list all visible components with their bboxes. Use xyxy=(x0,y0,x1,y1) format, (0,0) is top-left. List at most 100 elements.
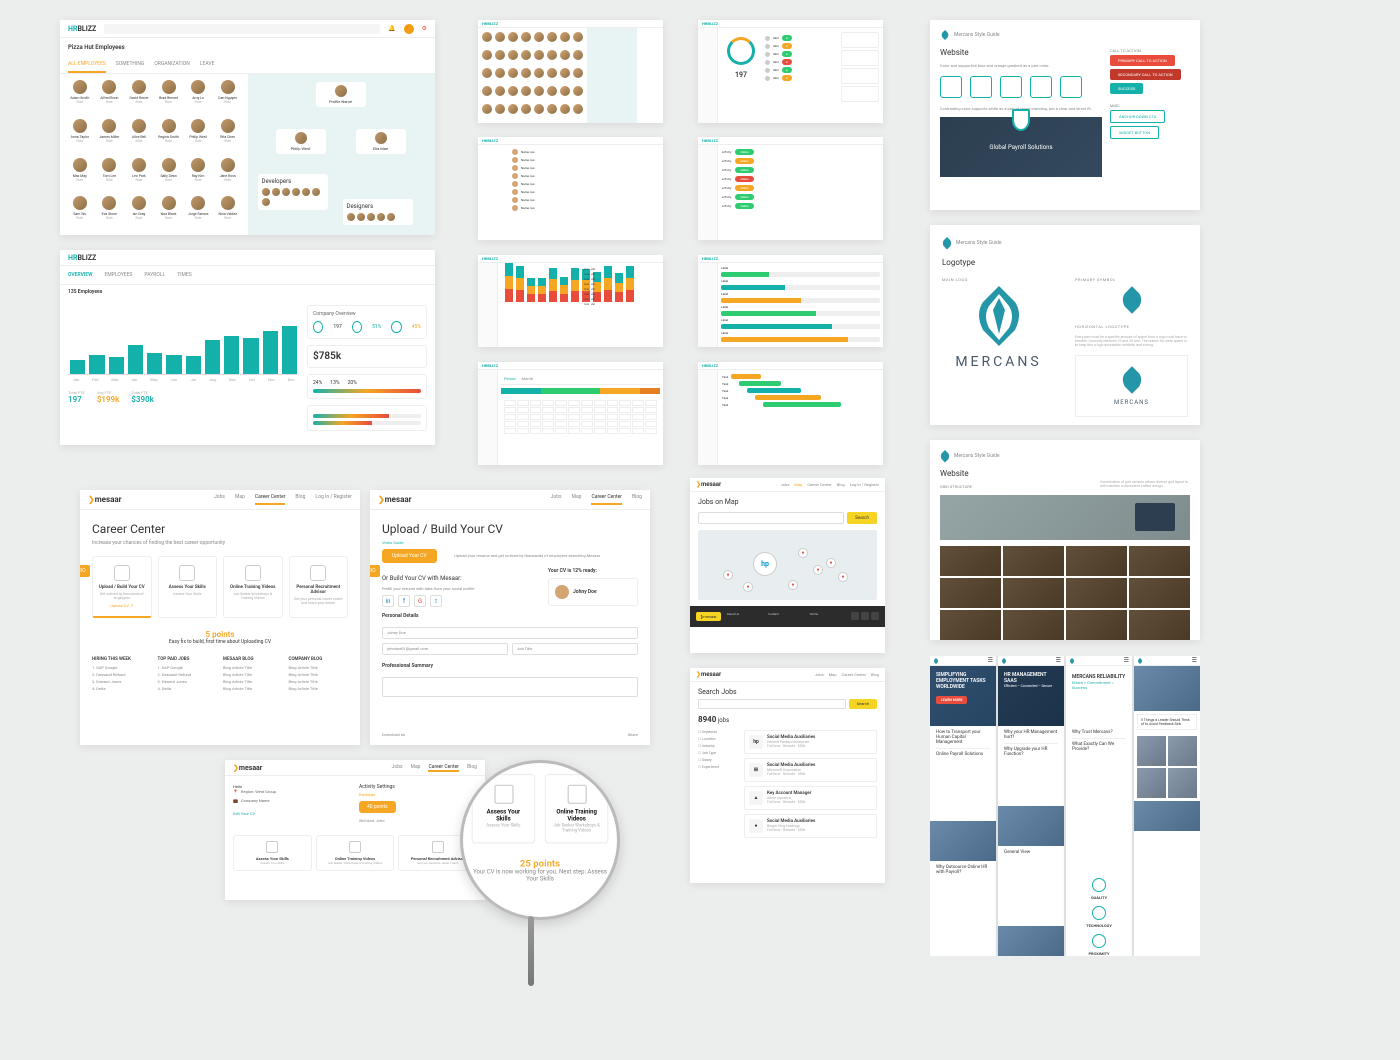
list-row[interactable]: ● Entrystatus xyxy=(722,149,879,155)
avatar[interactable] xyxy=(534,104,544,114)
summary-input[interactable] xyxy=(382,677,638,697)
job-card[interactable]: ▲Key Account ManagerAdion AquaticsFull t… xyxy=(744,786,877,810)
employee-card[interactable]: Alfred BonnRole xyxy=(96,80,124,117)
avatar[interactable] xyxy=(547,104,557,114)
list-row[interactable]: ● Entrystatus xyxy=(722,203,879,209)
avatar[interactable] xyxy=(482,86,492,96)
secondary-button[interactable]: SECONDARY CALL TO ACTION xyxy=(1110,69,1181,80)
list-link[interactable]: 2. Dassault Refund xyxy=(92,672,152,677)
assess-card[interactable]: Assess Your SkillsAssess Your Skills xyxy=(472,774,536,844)
nav-employees[interactable]: EMPLOYEES xyxy=(105,272,133,278)
org-node[interactable]: Ella Mae xyxy=(356,129,406,154)
avatar[interactable] xyxy=(495,68,505,78)
nav-jobs[interactable]: Jobs xyxy=(214,494,225,505)
list-link[interactable]: 3. Edward Jones xyxy=(92,679,152,684)
list-row[interactable]: Name row xyxy=(512,173,659,179)
name-input[interactable]: Johny Doe xyxy=(382,627,638,639)
list-link[interactable]: 1. SAP Google xyxy=(158,665,218,670)
nav-times[interactable]: TIMES xyxy=(177,272,192,278)
avatar[interactable] xyxy=(560,32,570,42)
tab-1[interactable]: SOMETHING xyxy=(116,57,145,73)
filter-item[interactable]: ☐ Keywords xyxy=(698,730,738,734)
career-card[interactable]: Assess Your SkillsAssess Your Skills xyxy=(158,556,218,618)
list-link[interactable]: Blog Article Title xyxy=(223,679,283,684)
avatar[interactable] xyxy=(521,32,531,42)
email-input[interactable]: johndoe01@gmail.com xyxy=(382,643,508,655)
twitter-icon[interactable]: t xyxy=(430,595,442,607)
social-icon[interactable] xyxy=(871,612,879,620)
avatar[interactable] xyxy=(573,104,583,114)
list-link[interactable]: Blog Article Title xyxy=(289,686,349,691)
org-node-root[interactable]: Profile Name xyxy=(316,82,366,107)
share-link[interactable]: Share xyxy=(628,732,638,737)
avatar[interactable] xyxy=(547,86,557,96)
list-link[interactable]: 4. Delta xyxy=(158,686,218,691)
job-card[interactable]: hpSocial Media AuxiliariesHewlett Packar… xyxy=(744,730,877,754)
employee-card[interactable]: Eva StoneRole xyxy=(96,196,124,233)
chart-bar[interactable] xyxy=(89,355,104,374)
employee-card[interactable]: Adam SmithRole xyxy=(66,80,94,117)
filter-item[interactable]: ☐ Location xyxy=(698,737,738,741)
social-icon[interactable] xyxy=(861,612,869,620)
chart-bar[interactable] xyxy=(109,357,124,374)
download-link[interactable]: Download as xyxy=(382,732,405,737)
nav-overview[interactable]: OVERVIEW xyxy=(68,272,93,278)
map-pin[interactable]: 📍 xyxy=(838,572,848,582)
filter-item[interactable]: ☐ Job Type xyxy=(698,751,738,755)
avatar[interactable] xyxy=(521,104,531,114)
employee-card[interactable]: Alice BellRole xyxy=(125,119,153,156)
avatar[interactable] xyxy=(521,68,531,78)
list-link[interactable]: Blog Article Title xyxy=(223,672,283,677)
avatar[interactable] xyxy=(534,86,544,96)
list-row[interactable]: Name row xyxy=(512,157,659,163)
avatar[interactable] xyxy=(521,50,531,60)
filter-item[interactable]: ☐ Experience xyxy=(698,765,738,769)
chart-bar[interactable] xyxy=(224,336,239,374)
chart-bar[interactable] xyxy=(205,340,220,375)
menu-icon[interactable]: ☰ xyxy=(1056,657,1061,664)
nav-login[interactable]: Log In / Register xyxy=(315,494,352,505)
employee-card[interactable]: Regina SmithRole xyxy=(155,119,183,156)
list-row[interactable]: Name row xyxy=(512,189,659,195)
list-link[interactable]: Blog Article Title xyxy=(223,665,283,670)
avatar[interactable] xyxy=(508,68,518,78)
avatar[interactable] xyxy=(508,86,518,96)
employee-card[interactable]: Amy LoRole xyxy=(184,80,212,117)
list-row[interactable]: Name row xyxy=(512,181,659,187)
avatar[interactable] xyxy=(404,24,414,34)
avatar[interactable] xyxy=(495,50,505,60)
avatar[interactable] xyxy=(560,68,570,78)
avatar[interactable] xyxy=(534,50,544,60)
employee-card[interactable]: Dan NguyenRole xyxy=(214,80,242,117)
employee-card[interactable]: James MillerRole xyxy=(96,119,124,156)
avatar[interactable] xyxy=(560,104,570,114)
map-pin[interactable]: 📍 xyxy=(798,548,808,558)
avatar[interactable] xyxy=(508,32,518,42)
avatar[interactable] xyxy=(547,32,557,42)
settings-icon[interactable]: ⚙ xyxy=(422,25,427,32)
widget-button[interactable]: WIDGET BUTTON xyxy=(1110,126,1159,139)
avatar[interactable] xyxy=(495,104,505,114)
upload-cv-button[interactable]: Upload Your CV xyxy=(382,549,437,563)
avatar[interactable] xyxy=(573,50,583,60)
chart-bar[interactable] xyxy=(128,345,143,374)
employee-card[interactable]: Jorge RamosRole xyxy=(184,196,212,233)
employee-card[interactable]: Rita ChenRole xyxy=(214,119,242,156)
nav-payroll[interactable]: PAYROLL xyxy=(144,272,165,278)
search-input[interactable] xyxy=(698,512,844,524)
search-input[interactable] xyxy=(104,24,380,34)
employee-card[interactable]: Ian GrayRole xyxy=(125,196,153,233)
chart-bar[interactable] xyxy=(147,353,162,374)
employee-card[interactable]: Anna TaylorRole xyxy=(66,119,94,156)
map-pin[interactable]: 📍 xyxy=(743,582,753,592)
career-card[interactable]: Assess Your SkillsAssess Your Skills xyxy=(233,835,312,871)
job-card[interactable]: ●Social Media AuxiliariesBurger King Hol… xyxy=(744,814,877,838)
avatar[interactable] xyxy=(495,86,505,96)
avatar[interactable] xyxy=(573,68,583,78)
list-link[interactable]: 4. Delta xyxy=(92,686,152,691)
tab-3[interactable]: LEAVE xyxy=(200,57,215,73)
employee-card[interactable]: Max MayRole xyxy=(66,158,94,195)
avatar[interactable] xyxy=(482,32,492,42)
career-card[interactable]: Upload / Build Your CVGet noticed by tho… xyxy=(92,556,152,618)
list-row[interactable]: Name row xyxy=(512,165,659,171)
